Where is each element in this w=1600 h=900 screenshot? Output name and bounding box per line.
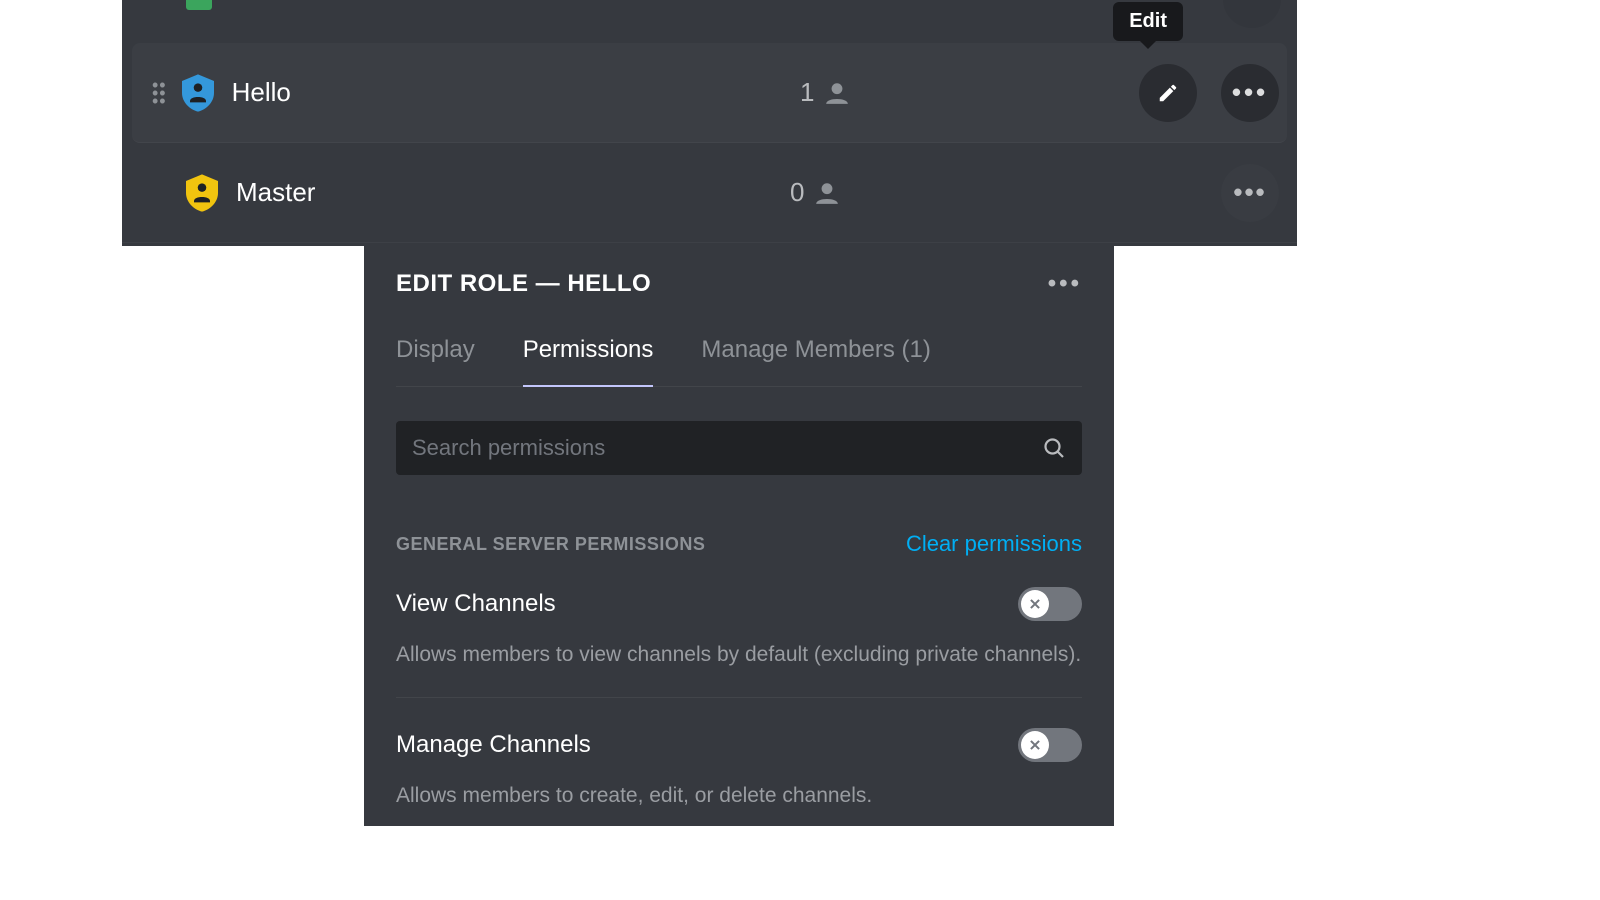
role-row[interactable]: • •• •• • Hello 1 ••• Edi <box>132 43 1287 143</box>
edit-role-title: EDIT ROLE — HELLO <box>396 270 651 298</box>
x-icon <box>1028 597 1042 611</box>
more-button[interactable]: ••• <box>1221 64 1279 122</box>
edit-role-button[interactable] <box>1139 64 1197 122</box>
edit-role-header: EDIT ROLE — HELLO ••• <box>396 270 1082 298</box>
tab-display[interactable]: Display <box>396 336 475 386</box>
section-label: GENERAL SERVER PERMISSIONS <box>396 534 705 555</box>
shield-icon <box>186 174 218 212</box>
toggle-knob <box>1021 590 1049 618</box>
member-count-value: 0 <box>790 177 804 208</box>
clear-permissions-link[interactable]: Clear permissions <box>906 531 1082 557</box>
tab-manage-members[interactable]: Manage Members (1) <box>701 336 930 386</box>
shield-icon <box>182 74 214 112</box>
edit-tooltip: Edit <box>1113 2 1183 41</box>
roles-panel: • •• •• • Hello 1 ••• Edi <box>122 0 1297 246</box>
permission-toggle[interactable] <box>1018 587 1082 621</box>
x-icon <box>1028 738 1042 752</box>
more-icon: ••• <box>1233 177 1266 208</box>
pencil-icon <box>1157 82 1179 104</box>
edit-role-panel: EDIT ROLE — HELLO ••• Display Permission… <box>364 246 1114 826</box>
more-icon: ••• <box>1048 270 1082 297</box>
permission-title: View Channels <box>396 590 556 618</box>
permission-item: Manage Channels Allows members to create… <box>396 728 1082 826</box>
more-button[interactable] <box>1223 0 1281 28</box>
member-count-value: 1 <box>800 77 814 108</box>
tab-permissions[interactable]: Permissions <box>523 336 654 386</box>
person-icon <box>824 80 850 106</box>
toggle-knob <box>1021 731 1049 759</box>
more-button[interactable]: ••• <box>1221 164 1279 222</box>
role-row-actions: ••• Edit <box>1139 64 1279 122</box>
permission-description: Allows members to view channels by defau… <box>396 641 1082 669</box>
member-count: 0 <box>790 177 840 208</box>
more-icon: ••• <box>1232 77 1268 108</box>
permission-description: Allows members to create, edit, or delet… <box>396 782 1082 810</box>
person-icon <box>814 180 840 206</box>
member-count: 1 <box>800 77 850 108</box>
drag-handle-icon[interactable]: • •• •• • <box>152 81 164 105</box>
role-name: Hello <box>232 77 291 108</box>
shield-icon <box>186 0 212 10</box>
more-button[interactable]: ••• <box>1048 270 1082 298</box>
tabs: Display Permissions Manage Members (1) <box>396 336 1082 387</box>
search-permissions[interactable] <box>396 421 1082 475</box>
permission-title: Manage Channels <box>396 731 591 759</box>
permissions-section-header: GENERAL SERVER PERMISSIONS Clear permiss… <box>396 531 1082 557</box>
permission-item: View Channels Allows members to view cha… <box>396 587 1082 698</box>
search-input[interactable] <box>412 435 1042 461</box>
role-name: Master <box>236 177 315 208</box>
role-row-actions: ••• <box>1221 164 1279 222</box>
role-row[interactable]: Master 0 ••• <box>122 143 1297 243</box>
search-icon <box>1042 436 1066 460</box>
permission-toggle[interactable] <box>1018 728 1082 762</box>
